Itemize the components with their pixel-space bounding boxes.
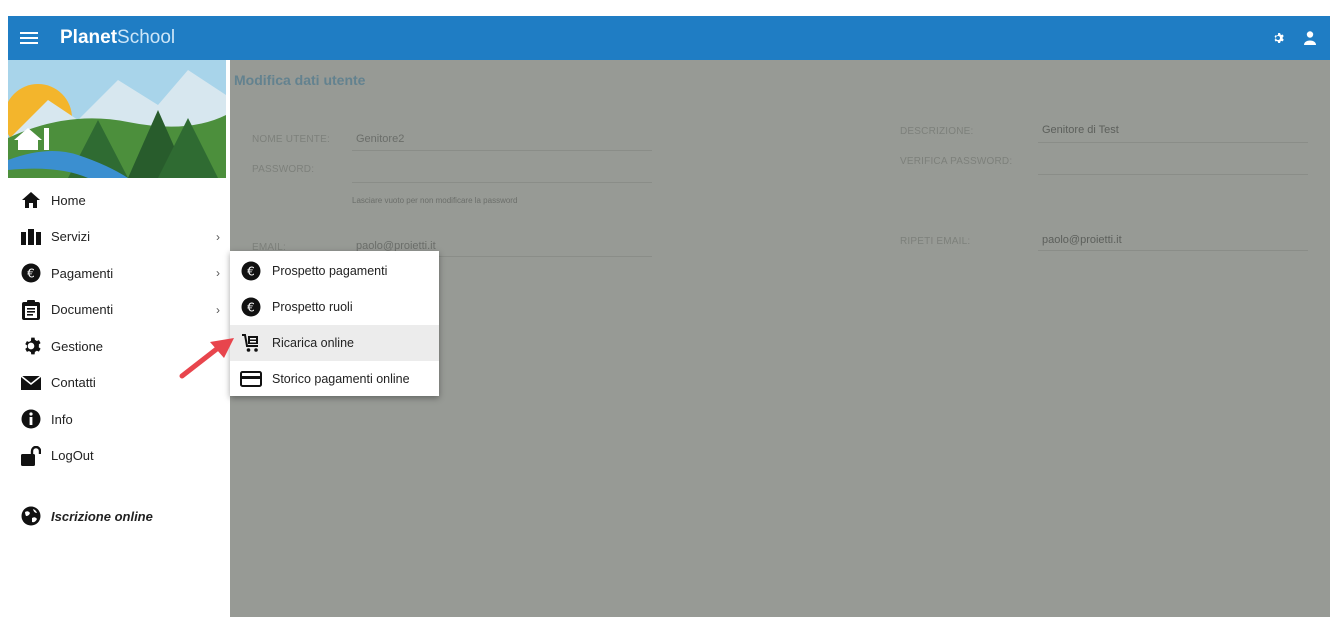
submenu-item-label: Prospetto pagamenti: [272, 264, 388, 278]
sidebar-item-label: Servizi: [51, 229, 91, 245]
sidebar-item-documenti[interactable]: Documenti ›: [8, 292, 230, 329]
sidebar-item-info[interactable]: Info: [8, 401, 230, 438]
pagamenti-submenu: € Prospetto pagamenti € Prospetto ruoli …: [230, 251, 439, 396]
svg-text:€: €: [247, 265, 255, 279]
envelope-icon: [20, 372, 42, 394]
chevron-right-icon: ›: [216, 229, 220, 244]
verifica-password-label: VERIFICA PASSWORD:: [900, 156, 1013, 167]
sidebar-item-label: Contatti: [51, 375, 96, 391]
submenu-item-prospetto-pagamenti[interactable]: € Prospetto pagamenti: [230, 253, 439, 289]
annotation-arrow-icon: [179, 338, 234, 379]
iscrizione-online-label: Iscrizione online: [51, 508, 153, 524]
submenu-item-label: Storico pagamenti online: [272, 372, 410, 386]
password-label: PASSWORD:: [252, 164, 315, 175]
euro-icon: €: [20, 262, 42, 284]
verifica-password-field[interactable]: [1038, 174, 1308, 175]
sidebar-item-home[interactable]: Home: [8, 182, 230, 219]
nome-utente-underline: [352, 150, 652, 151]
password-hint: Lasciare vuoto per non modificare la pas…: [352, 196, 518, 205]
sidebar-item-label: Pagamenti: [51, 265, 114, 281]
page-title: Modifica dati utente: [234, 72, 366, 88]
info-icon: [20, 408, 42, 430]
ripeti-email-label: RIPETI EMAIL:: [900, 236, 971, 247]
submenu-item-ricarica-online[interactable]: Ricarica online: [230, 325, 439, 361]
ripeti-email-underline: [1038, 250, 1308, 251]
cart-icon: [240, 332, 262, 354]
descrizione-label: DESCRIZIONE:: [900, 126, 974, 137]
ripeti-email-field[interactable]: paolo@proietti.it: [1042, 234, 1122, 246]
chevron-right-icon: ›: [216, 302, 220, 317]
sidebar-banner: [8, 60, 226, 178]
svg-text:€: €: [27, 267, 35, 281]
unlock-icon: [20, 445, 42, 467]
chevron-right-icon: ›: [216, 266, 220, 281]
globe-icon: [20, 505, 42, 527]
sidebar-item-label: Gestione: [51, 338, 104, 354]
credit-card-icon: [240, 368, 262, 390]
submenu-item-prospetto-ruoli[interactable]: € Prospetto ruoli: [230, 289, 439, 325]
clipboard-icon: [20, 299, 42, 321]
sidebar-item-label: LogOut: [51, 448, 94, 464]
euro-icon: €: [240, 260, 262, 282]
settings-icon[interactable]: [1272, 32, 1284, 44]
home-icon: [20, 189, 42, 211]
brand-bold: Planet: [60, 27, 118, 48]
password-field[interactable]: [352, 182, 652, 183]
descrizione-underline: [1038, 142, 1308, 143]
submenu-item-label: Ricarica online: [272, 336, 354, 350]
brand-light: School: [117, 27, 176, 48]
euro-icon: €: [240, 296, 262, 318]
app-logo[interactable]: PlanetSchool: [60, 27, 175, 49]
user-icon[interactable]: [1304, 31, 1316, 45]
sidebar-item-servizi[interactable]: Servizi ›: [8, 219, 230, 256]
sidebar-item-label: Info: [51, 411, 73, 427]
descrizione-field[interactable]: Genitore di Test: [1042, 124, 1119, 136]
sidebar-item-iscrizione-online[interactable]: Iscrizione online: [8, 498, 230, 535]
sidebar-item-label: Home: [51, 192, 86, 208]
gear-icon: [20, 335, 42, 357]
top-bar: PlanetSchool: [8, 16, 1330, 60]
submenu-item-storico-pagamenti-online[interactable]: Storico pagamenti online: [230, 361, 439, 397]
nome-utente-field[interactable]: Genitore2: [356, 133, 404, 145]
nome-utente-label: NOME UTENTE:: [252, 134, 330, 145]
briefcase-icon: [20, 226, 42, 248]
sidebar-item-pagamenti[interactable]: € Pagamenti ›: [8, 255, 230, 292]
sidebar-item-label: Documenti: [51, 302, 114, 318]
svg-text:€: €: [247, 301, 255, 315]
sidebar-item-logout[interactable]: LogOut: [8, 438, 230, 475]
menu-icon[interactable]: [20, 29, 38, 47]
submenu-item-label: Prospetto ruoli: [272, 300, 353, 314]
